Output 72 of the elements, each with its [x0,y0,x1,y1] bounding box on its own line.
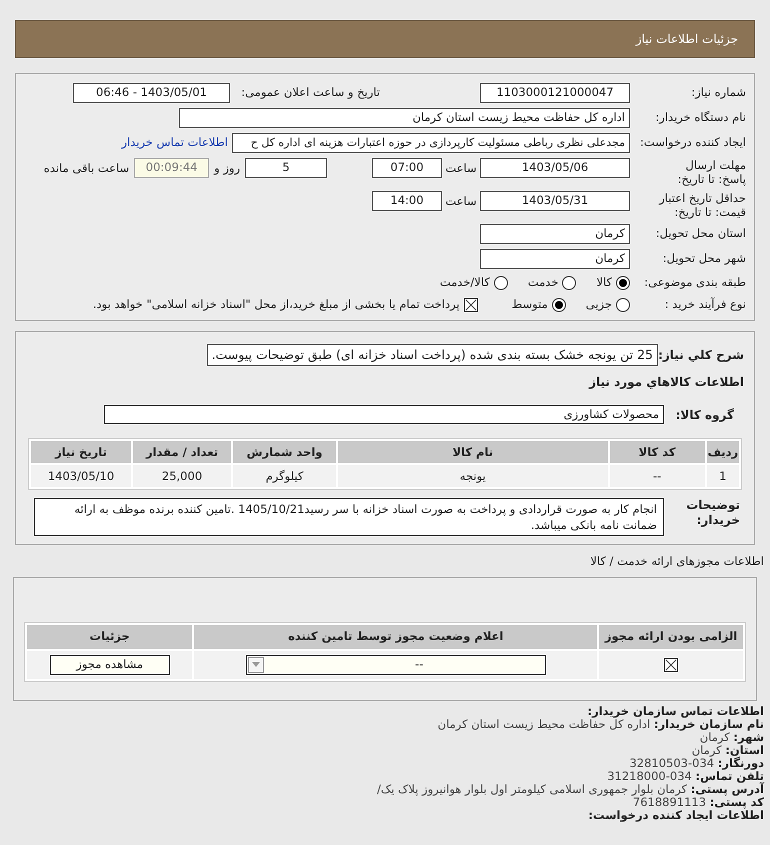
table-cell: 25,000 [133,465,232,488]
radio-label: کالا [596,274,612,291]
checkbox[interactable] [664,658,678,672]
buyer-contact-link[interactable]: اطلاعات تماس خریدار [121,134,228,152]
announce-date-field: 1403/05/01 - 06:46 [73,83,230,103]
radio-button[interactable] [616,298,630,312]
contact-line: شهر: کرمان [700,730,764,744]
field-label: نوع فرآیند خرید : [664,296,746,314]
column-header: واحد شمارش [233,441,336,464]
radio-button[interactable] [562,276,576,290]
buyer-notes-label: توضیحات خریدار: [685,498,741,528]
field-label: شماره نیاز: [690,84,746,102]
province-field: کرمان [480,224,630,244]
checkbox-label: پرداخت تمام یا بخشی از مبلغ خرید،از محل "اسناد خزانه اسلامی" خواهد بود. [92,296,460,314]
radio-button[interactable] [494,276,508,290]
table-cell: -- [610,465,705,488]
contact-title: اطلاعات تماس سازمان خریدار: [587,704,764,718]
table-cell: یونجه [338,465,608,488]
field-label: روز و [212,160,241,177]
field-label: ساعت [444,193,478,210]
city-field: کرمان [480,249,630,269]
status-dropdown[interactable]: -- [246,654,546,674]
field-label: حداقل تاریخ اعتبار قیمت: تا تاریخ: [658,191,746,219]
column-header: کد کالا [610,441,705,464]
contact-line: نام سازمان خریدار: اداره کل حفاظت محیط زیست استان کرمان [436,718,764,730]
field-label: طبقه بندی موضوعی: [643,274,746,291]
radio-label: خدمت [528,274,558,291]
group-field: محصولات کشاورزی [104,405,664,424]
radio-label: متوسط [512,296,548,314]
summary-field: 25 تن یونجه خشک بسته بندی شده (پرداخت اسناد خزانه ای) طبق توضیحات پیوست. [206,344,658,366]
validity-date-field: 1403/05/31 [480,191,630,211]
column-header: تاریخ نیاز [31,441,131,464]
table-cell: 1403/05/10 [31,465,131,488]
field-label: استان محل تحویل: [654,225,746,242]
deadline-date-field: 1403/05/06 [480,158,630,178]
need-number-field: 1103000121000047 [480,83,630,103]
field-label: ساعت [444,160,478,177]
buyer-notes-field: انجام کار به صورت قراردادی و پرداخت به صورت اسناد خزانه با سر رسید1405/10/21 .تامین کننده برنده موظف به ارائه ضمانت نامه بانکی میباشد. [34,498,664,536]
creator-info-title: اطلاعات ایجاد کننده درخواست: [587,808,764,822]
permits-title: اطلاعات مجوزهای ارائه خدمت / کالا [589,553,765,570]
creator-field: مجدعلی نظری رباطی مسئولیت کارپردازی در حوزه اعتبارات هزینه ای اداره کل ح [232,133,630,153]
radio-button[interactable] [616,276,630,290]
validity-time-field: 14:00 [372,191,442,211]
radio-button[interactable] [552,298,566,312]
column-header: الزامی بودن ارائه مجوز [599,624,743,648]
column-header: نام کالا [338,441,608,464]
field-label: شهر محل تحویل: [662,250,746,268]
view-permit-button[interactable]: مشاهده مجوز [50,654,170,674]
table-cell: 1 [706,465,739,488]
buyer-field: اداره کل حفاظت محیط زیست استان کرمان [179,108,630,128]
column-header: تعداد / مقدار [133,441,232,464]
summary-label: شرح کلي نياز: [658,346,744,364]
field-label: ایجاد کننده درخواست: [639,134,746,152]
goods-section-title: اطلاعات کالاهاي مورد نياز [588,374,744,392]
field-label: ساعت باقی مانده [44,160,130,177]
radio-label: کالا/خدمت [440,274,490,291]
checkbox[interactable] [464,298,478,312]
remaining-time-field: 00:09:44 [134,158,210,178]
group-label: گروه کالا: [674,406,735,424]
field-label: تاریخ و ساعت اعلان عمومی: [240,84,380,102]
column-header: ردیف [706,441,739,464]
field-label: مهلت ارسال پاسخ: تا تاریخ: [676,158,746,186]
days-field: 5 [245,158,327,178]
column-header: اعلام وضعیت مجوز توسط تامین کننده [194,624,598,648]
deadline-time-field: 07:00 [372,158,442,178]
field-label: نام دستگاه خریدار: [654,109,746,126]
column-header: جزئیات [27,624,192,648]
contact-line: آدرس پستی: کرمان بلوار جمهوری اسلامی کیلومتر اول بلوار هوانیروز پلاک یک/ [376,782,764,796]
table-cell: کیلوگرم [233,465,336,488]
header-bar: جزئیات اطلاعات نیاز [15,20,755,58]
contact-line: استان: کرمان [692,744,764,756]
radio-label: جزیی [586,296,612,314]
